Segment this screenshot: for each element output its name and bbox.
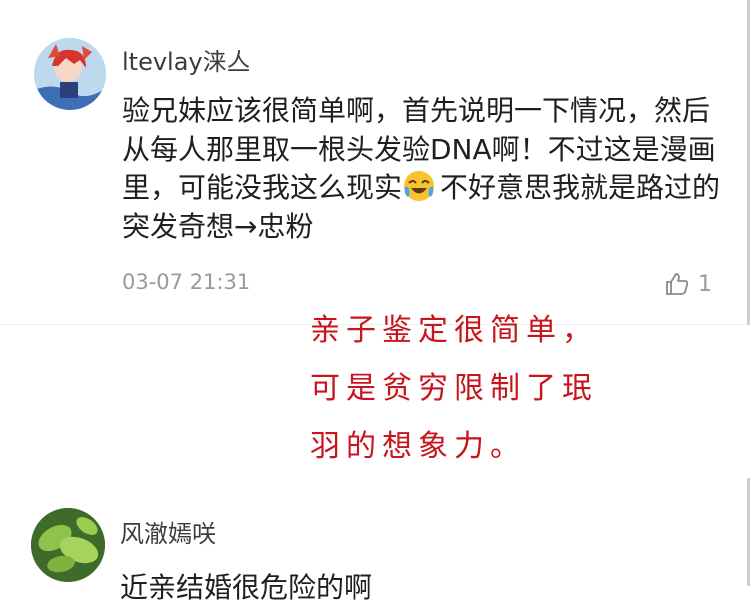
thumbs-up-icon bbox=[666, 273, 689, 295]
username[interactable]: ltevlay涞亼 bbox=[122, 42, 251, 77]
comment-item: ltevlay涞亼 验兄妹应该很简单啊，首先说明一下情况，然后从每人那里取一根头… bbox=[0, 0, 750, 325]
comment-text: 验兄妹应该很简单啊，首先说明一下情况，然后从每人那里取一根头发验DNA啊！不过这… bbox=[122, 92, 722, 246]
annotation-line: 羽的想象力。 bbox=[310, 429, 526, 464]
like-count: 1 bbox=[698, 271, 712, 297]
comment-timestamp: 03-07 21:31 bbox=[122, 270, 251, 294]
comment-text: 近亲结婚很危险的啊 bbox=[120, 571, 373, 604]
user-avatar[interactable] bbox=[31, 508, 105, 582]
username[interactable]: 风澈嫣咲 bbox=[120, 514, 216, 549]
annotation-line: 可是贫穷限制了珉 bbox=[310, 371, 598, 406]
annotation-line: 亲子鉴定很简单， bbox=[310, 313, 598, 348]
like-button[interactable]: 1 bbox=[664, 266, 724, 302]
green-leaves-avatar-icon bbox=[31, 508, 105, 582]
tears-of-joy-emoji-icon bbox=[404, 171, 435, 201]
comment-item: 风澈嫣咲 近亲结婚很危险的啊 bbox=[0, 478, 750, 604]
anime-character-avatar-icon bbox=[34, 38, 106, 110]
user-avatar[interactable] bbox=[34, 38, 106, 110]
